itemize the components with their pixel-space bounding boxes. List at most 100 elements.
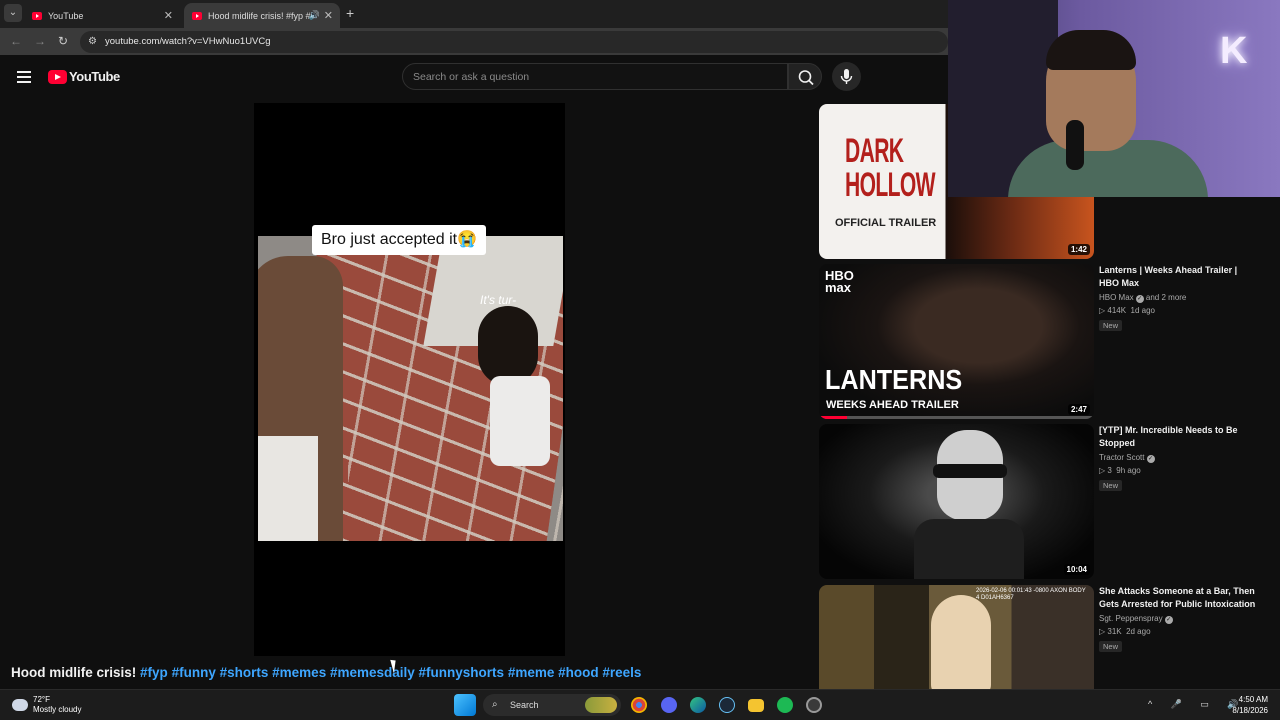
verified-icon: ✓ [1135, 295, 1144, 303]
hashtag-link[interactable]: #memes [272, 665, 326, 680]
discord-icon[interactable] [661, 697, 677, 713]
upload-age: 2d ago [1126, 627, 1151, 636]
search-input[interactable]: Search or ask a question [402, 63, 788, 90]
edge-icon[interactable] [690, 697, 706, 713]
video-title: Hood midlife crisis! #fyp #funny #shorts… [11, 665, 641, 680]
video-thumbnail[interactable]: 2026-02-06 00:01:43 -0800 AXON BODY 4 D0… [819, 585, 1094, 689]
file-explorer-icon[interactable] [748, 698, 764, 712]
back-arrow-icon[interactable]: ← [10, 34, 22, 48]
app-icon[interactable] [806, 697, 822, 713]
duration-badge: 1:42 [1067, 244, 1090, 255]
new-tab-button[interactable]: + [346, 5, 354, 21]
character-mask [933, 464, 1007, 478]
channel-name[interactable]: Sgt. Peppenspray ✓ [1099, 614, 1259, 624]
search-highlight-icon [585, 697, 617, 713]
video-thumbnail[interactable]: HBO max LANTERNS WEEKS AHEAD TRAILER 2:4… [819, 264, 1094, 419]
video-title[interactable]: She Attacks Someone at a Bar, Then Gets … [1099, 585, 1259, 611]
clock[interactable]: 4:50 AM 8/18/2026 [1232, 694, 1268, 716]
thumb-title: DARK HOLLOW [845, 134, 936, 204]
duration-badge: 2:47 [1067, 404, 1090, 415]
new-badge: New [1099, 320, 1123, 331]
youtube-logo[interactable]: YouTube [48, 69, 120, 84]
youtube-favicon-icon [32, 11, 42, 20]
search-placeholder: Search or ask a question [413, 71, 530, 83]
start-windows-icon[interactable] [454, 694, 476, 716]
hashtag-link[interactable]: #hood [558, 665, 599, 680]
video-frame [258, 236, 563, 541]
verified-icon: ✓ [1146, 455, 1155, 463]
menu-icon[interactable] [17, 71, 31, 83]
video-title[interactable]: [YTP] Mr. Incredible Needs to Be Stopped [1099, 424, 1259, 450]
speaker-icon[interactable]: 🔊 [309, 10, 320, 21]
close-tab-icon[interactable]: ✕ [324, 9, 333, 22]
voice-search-button[interactable] [832, 62, 861, 91]
video-title[interactable]: Lanterns | Weeks Ahead Trailer | HBO Max [1099, 264, 1259, 290]
video-meta: ▷ 31K 2d ago [1099, 627, 1151, 636]
search-button[interactable] [788, 63, 822, 90]
clock-time: 4:50 AM [1238, 695, 1268, 704]
channel-name[interactable]: HBO Max ✓ and 2 more [1099, 293, 1259, 303]
clock-date: 8/18/2026 [1232, 706, 1268, 715]
video-meta: ▷ 414K 1d ago [1099, 306, 1155, 315]
tab-youtube[interactable]: YouTube ✕ [24, 3, 180, 28]
video-title-text: Hood midlife crisis! [11, 665, 137, 680]
duration-badge: 10:04 [1063, 564, 1090, 575]
watch-progress-bar [819, 416, 847, 419]
thumb-subtitle: WEEKS AHEAD TRAILER [826, 399, 959, 411]
thumb-text: HOLLOW [845, 166, 936, 204]
address-bar[interactable]: ⚙ youtube.com/watch?v=VHwNuo1UVCg [80, 31, 948, 53]
channel-text: HBO Max [1099, 293, 1134, 302]
person-right-shirt [490, 376, 550, 466]
taskbar-search[interactable]: ⌕ Search [483, 694, 621, 716]
microphone [1066, 120, 1084, 170]
video-thumbnail[interactable]: 10:04 [819, 424, 1094, 579]
cloud-icon [12, 699, 28, 711]
video-player[interactable] [254, 103, 565, 656]
channel-extra: and 2 more [1145, 293, 1187, 302]
upload-age: 9h ago [1116, 466, 1141, 475]
tab-active-video[interactable]: Hood midlife crisis! #fyp # 🔊 ✕ [184, 3, 340, 28]
video-overlay-text: It's tur- [480, 293, 517, 307]
hashtag-link[interactable]: #memesdaily [330, 665, 415, 680]
hashtag-link[interactable]: #reels [602, 665, 641, 680]
verified-icon: ✓ [1164, 616, 1173, 624]
taskbar-apps: ⌕ Search [454, 694, 829, 716]
hashtag-link[interactable]: #shorts [220, 665, 269, 680]
video-info: Lanterns | Weeks Ahead Trailer | HBO Max… [1099, 264, 1259, 333]
url-text: youtube.com/watch?v=VHwNuo1UVCg [105, 36, 271, 47]
channel-text: Tractor Scott [1099, 453, 1145, 462]
taskbar-search-label: Search [510, 700, 539, 710]
channel-name[interactable]: Tractor Scott ✓ [1099, 453, 1259, 463]
steam-icon[interactable] [719, 697, 735, 713]
search-icon [798, 70, 814, 86]
hashtag-link[interactable]: #funny [172, 665, 216, 680]
webcam-overlay: K [948, 0, 1280, 197]
spotify-icon[interactable] [777, 697, 793, 713]
bodycam-stamp: 2026-02-06 00:01:43 -0800 AXON BODY 4 D0… [976, 588, 1086, 601]
weather-text: 72°F Mostly cloudy [33, 695, 81, 715]
view-count: 414K [1107, 306, 1127, 315]
microphone-icon [840, 69, 853, 84]
site-info-icon[interactable]: ⚙ [88, 36, 97, 47]
thumb-title: LANTERNS [825, 364, 963, 395]
youtube-header: YouTube Search or ask a question [0, 55, 948, 100]
channel-text: Sgt. Peppenspray [1099, 614, 1163, 623]
hashtag-link[interactable]: #fyp [140, 665, 168, 680]
windows-taskbar: 72°F Mostly cloudy ⌕ Search ^ 🎤 ▭ 🔊 4:50… [0, 689, 1280, 720]
hashtag-link[interactable]: #meme [508, 665, 555, 680]
weather-widget[interactable]: 72°F Mostly cloudy [12, 695, 81, 715]
close-tab-icon[interactable]: ✕ [164, 9, 173, 22]
reload-icon[interactable]: ↻ [58, 34, 68, 48]
forward-arrow-icon[interactable]: → [34, 34, 46, 48]
tab-search-button[interactable]: ⌄ [4, 4, 22, 22]
person-left-shirt [258, 436, 318, 541]
thumb-subtitle: OFFICIAL TRAILER [835, 217, 937, 229]
video-meta: ▷ 3 9h ago [1099, 466, 1141, 475]
youtube-play-icon [48, 69, 67, 84]
video-info: She Attacks Someone at a Bar, Then Gets … [1099, 585, 1259, 654]
hashtag-link[interactable]: #funnyshorts [419, 665, 505, 680]
chrome-icon[interactable] [631, 697, 647, 713]
watch-progress-track [819, 416, 1094, 419]
recommended-video[interactable]: 2026-02-06 00:01:43 -0800 AXON BODY 4 D0… [819, 585, 1259, 689]
logo-text: YouTube [69, 69, 120, 84]
